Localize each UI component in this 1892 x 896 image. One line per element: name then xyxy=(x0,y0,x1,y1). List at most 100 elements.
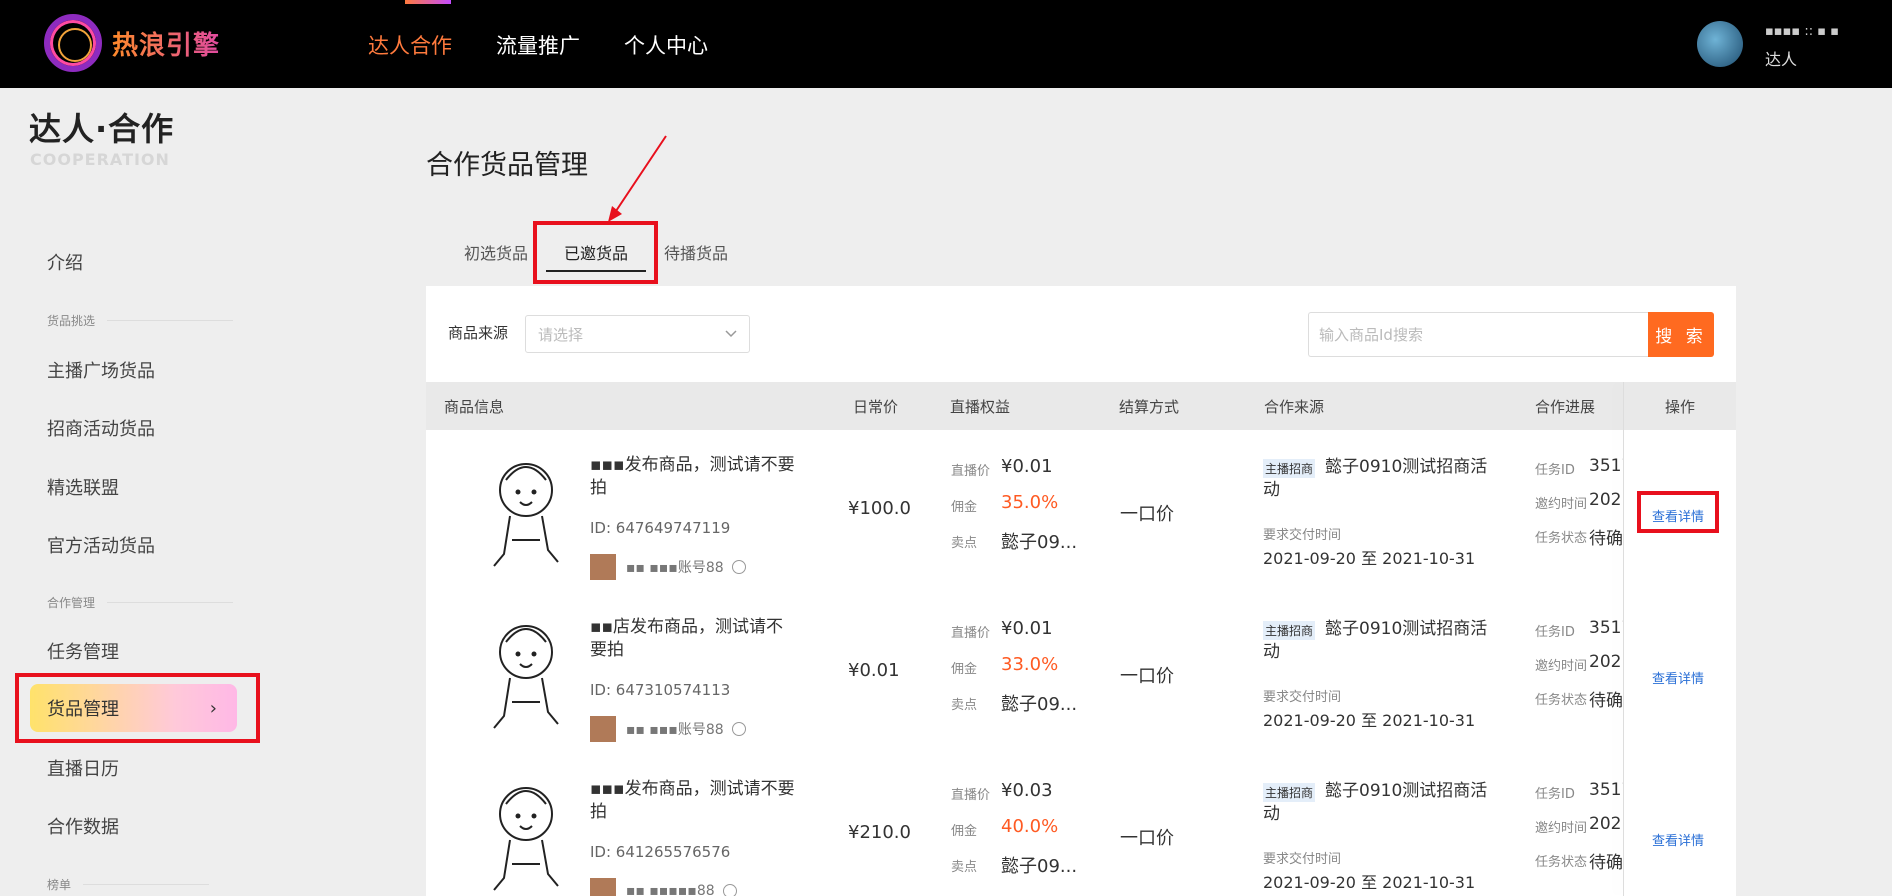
logo-icon xyxy=(44,14,102,72)
view-details-button[interactable]: 查看详情 xyxy=(1652,830,1704,849)
logo-text: 热浪引擎 xyxy=(112,25,220,62)
product-name: ▪▪▪发布商品，测试请不要拍 xyxy=(590,455,795,498)
task-id-label: 任务ID xyxy=(1535,787,1575,802)
clock-icon xyxy=(731,722,746,736)
sidebar-item-live-calendar[interactable]: 直播日历 xyxy=(47,755,119,781)
sidebar-item-official-activity[interactable]: 官方活动货品 xyxy=(47,532,155,558)
sidebar-section-coop: 合作管理 xyxy=(47,594,234,611)
column-header: 商品信息 xyxy=(444,398,505,416)
commission-label: 佣金 xyxy=(951,662,978,677)
highlight-box-sidebar xyxy=(15,673,260,743)
top-nav: 达人合作 流量推广 个人中心 xyxy=(368,30,708,60)
task-id: 3517 xyxy=(1589,618,1623,638)
tab-preliminary-goods[interactable]: 初选货品 xyxy=(449,240,546,272)
avatar[interactable] xyxy=(1697,21,1743,67)
nav-item-personal-center[interactable]: 个人中心 xyxy=(624,30,708,60)
sidebar-item-selected-alliance[interactable]: 精选联盟 xyxy=(47,474,119,500)
sidebar-item-merchant-activity[interactable]: 招商活动货品 xyxy=(47,415,155,441)
task-id: 3517 xyxy=(1589,780,1623,800)
live-price-label: 直播价 xyxy=(951,464,991,479)
sidebar-item-intro[interactable]: 介绍 xyxy=(47,249,83,275)
tab-pending-goods[interactable]: 待播货品 xyxy=(646,240,746,272)
deliver-time-label: 要求交付时间 xyxy=(1263,690,1342,705)
nav-item-traffic-promotion[interactable]: 流量推广 xyxy=(496,30,580,60)
divider xyxy=(107,602,234,603)
sidebar-section-rank: 榜单 xyxy=(47,876,210,893)
sidebar-item-task-management[interactable]: 任务管理 xyxy=(47,638,119,664)
invite-time-label: 邀约时间 xyxy=(1535,821,1588,836)
sidebar-section-label: 榜单 xyxy=(47,878,72,892)
view-details-button[interactable]: 查看详情 xyxy=(1652,668,1704,687)
product-id: ID: 641265576576 xyxy=(590,843,731,861)
invite-time-label: 邀约时间 xyxy=(1535,659,1588,674)
source-tag: 主播招商 xyxy=(1263,783,1316,802)
source-select[interactable]: 请选择 xyxy=(525,315,750,353)
top-bar: 热浪引擎 达人合作 流量推广 个人中心 ▪▪▪▪ :: ▪ ▪ 达人 xyxy=(0,0,1892,88)
column-header: 操作 xyxy=(1665,398,1696,416)
clock-icon xyxy=(731,560,746,574)
task-id-label: 任务ID xyxy=(1535,625,1575,640)
column-header: 日常价 xyxy=(853,398,899,416)
sidebar-item-anchor-square[interactable]: 主播广场货品 xyxy=(47,357,155,383)
search-input[interactable]: 输入商品Id搜索 xyxy=(1308,312,1648,357)
task-status-label: 任务状态 xyxy=(1535,855,1588,870)
shop-avatar xyxy=(590,878,616,896)
task-status: 待确认 xyxy=(1589,853,1623,873)
shop-avatar xyxy=(590,716,616,742)
daily-price: ¥100.0 xyxy=(848,498,911,519)
deliver-time-label: 要求交付时间 xyxy=(1263,528,1342,543)
search-button[interactable]: 搜 索 xyxy=(1648,312,1714,357)
task-id-label: 任务ID xyxy=(1535,463,1575,478)
product-id: ID: 647310574113 xyxy=(590,681,731,699)
settlement-method: 一口价 xyxy=(1120,666,1174,687)
selling-point: 懿子09... xyxy=(1001,694,1078,715)
shop-name: ▪▪ ▪▪▪▪▪88 xyxy=(626,883,715,896)
task-status: 待确认 xyxy=(1589,691,1623,711)
settlement-method: 一口价 xyxy=(1120,828,1174,849)
shop-info: ▪▪ ▪▪▪▪▪88 xyxy=(590,878,737,896)
table-header: 商品信息 日常价 直播权益 结算方式 合作来源 合作进展 操作 xyxy=(426,382,1736,430)
column-header: 直播权益 xyxy=(950,398,1011,416)
annotation-arrow-icon xyxy=(608,135,667,222)
user-name[interactable]: ▪▪▪▪ :: ▪ ▪ xyxy=(1765,24,1839,39)
settlement-method: 一口价 xyxy=(1120,504,1174,525)
selling-point-label: 卖点 xyxy=(951,536,978,551)
product-image xyxy=(493,787,559,891)
invite-time: 2021 xyxy=(1589,490,1623,510)
sidebar-section-label: 货品挑选 xyxy=(47,314,96,328)
commission: 40.0% xyxy=(1001,816,1059,837)
column-header: 合作进展 xyxy=(1535,398,1596,416)
daily-price: ¥0.01 xyxy=(848,660,900,681)
sidebar-title: 达人·合作 xyxy=(29,110,175,148)
deliver-time-label: 要求交付时间 xyxy=(1263,852,1342,867)
deliver-time: 2021-09-20 至 2021-10-31 xyxy=(1263,873,1476,892)
sidebar-section-goods: 货品挑选 xyxy=(47,312,234,329)
divider xyxy=(107,320,234,321)
live-price: ¥0.01 xyxy=(1001,618,1053,639)
sidebar-subtitle: COOPERATION xyxy=(30,150,170,169)
table-row: ▪▪▪发布商品，测试请不要拍 ID: 641265576576 ▪▪ ▪▪▪▪▪… xyxy=(426,756,1736,896)
nav-item-talent-cooperation[interactable]: 达人合作 xyxy=(368,30,452,60)
divider xyxy=(83,884,210,885)
invite-time: 2021 xyxy=(1589,652,1623,672)
source-tag: 主播招商 xyxy=(1263,459,1316,478)
highlight-box-tab xyxy=(533,221,658,284)
select-placeholder: 请选择 xyxy=(538,325,584,344)
commission-label: 佣金 xyxy=(951,500,978,515)
invite-time: 2021 xyxy=(1589,814,1623,834)
page-title: 合作货品管理 xyxy=(426,150,588,181)
table-row: ▪▪店发布商品，测试请不要拍 ID: 647310574113 ▪▪ ▪▪▪账号… xyxy=(426,594,1736,756)
live-price-label: 直播价 xyxy=(951,788,991,803)
product-name: ▪▪店发布商品，测试请不要拍 xyxy=(590,617,784,660)
column-header: 结算方式 xyxy=(1119,398,1180,416)
clock-icon xyxy=(722,884,737,896)
product-id: ID: 647649747119 xyxy=(590,519,731,537)
product-name: ▪▪▪发布商品，测试请不要拍 xyxy=(590,779,795,822)
deliver-time: 2021-09-20 至 2021-10-31 xyxy=(1263,549,1476,568)
selling-point: 懿子09... xyxy=(1001,532,1078,553)
sidebar-item-cooperation-data[interactable]: 合作数据 xyxy=(47,813,119,839)
user-role: 达人 xyxy=(1765,50,1798,69)
task-status-label: 任务状态 xyxy=(1535,531,1588,546)
chevron-down-icon xyxy=(725,330,737,338)
logo[interactable]: 热浪引擎 xyxy=(44,14,220,72)
